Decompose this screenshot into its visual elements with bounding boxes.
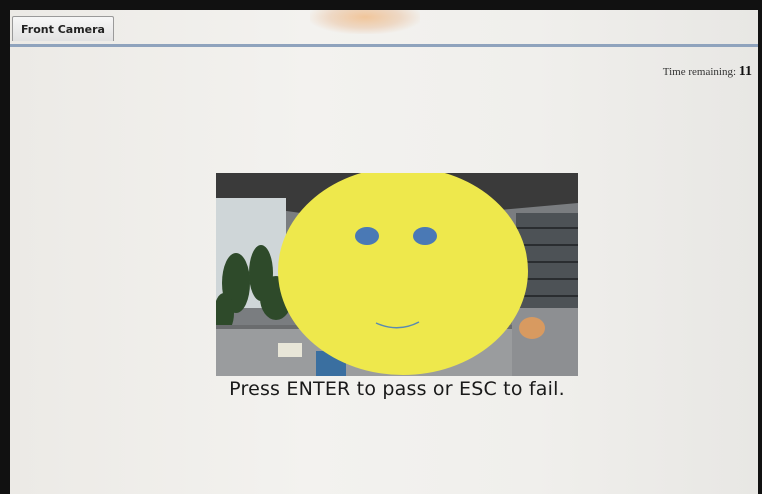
right-eye-icon	[413, 227, 437, 245]
instruction-prompt: Press ENTER to pass or ESC to fail.	[229, 378, 565, 400]
time-remaining-label: Time remaining:	[662, 66, 737, 78]
photo-frame: Front Camera Time remaining: 11 Press EN…	[0, 0, 762, 494]
time-remaining: Time remaining: 11	[663, 64, 752, 80]
left-eye-icon	[355, 227, 379, 245]
tab-front-camera[interactable]: Front Camera	[12, 16, 114, 41]
tab-strip: Front Camera	[10, 14, 758, 47]
cubicle-sign	[278, 343, 302, 357]
right-cubicle	[512, 308, 578, 376]
camera-preview	[216, 173, 578, 376]
monitor-bezel-right	[758, 0, 762, 494]
camera-feed	[216, 173, 578, 376]
monitor-bezel	[0, 0, 762, 10]
monitor-bezel-left	[0, 0, 10, 494]
orange-object	[519, 317, 545, 339]
screen: Front Camera Time remaining: 11 Press EN…	[10, 10, 758, 494]
smiley-face-icon	[278, 173, 528, 375]
time-remaining-value: 11	[738, 64, 752, 79]
